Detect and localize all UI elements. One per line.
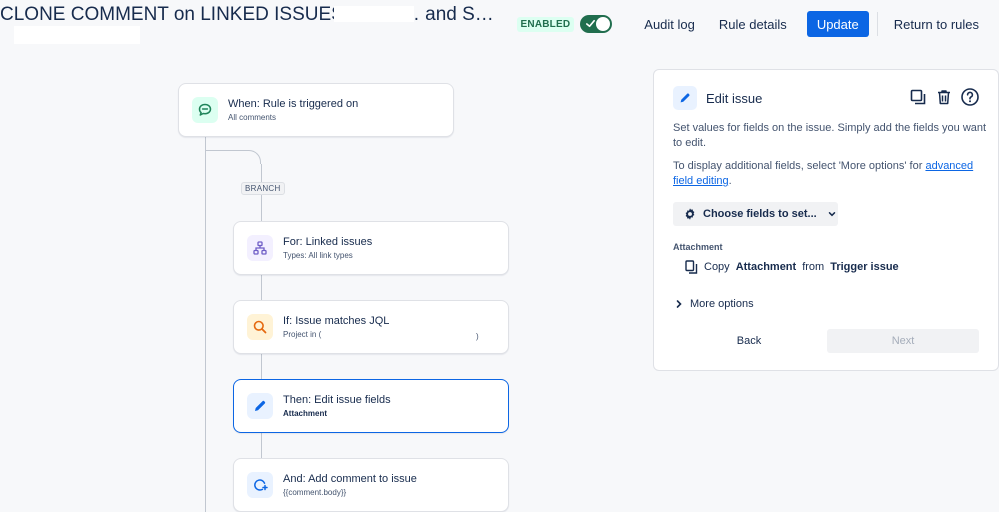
condition-card-subtitle: Project in ( — [283, 330, 322, 339]
comment-icon — [192, 97, 218, 123]
header-divider — [876, 12, 878, 36]
comment-card-title: And: Add comment to issue — [283, 473, 417, 485]
connector-line — [261, 432, 262, 459]
trigger-card[interactable]: When: Rule is triggered on All comments — [178, 83, 454, 137]
attachment-field-name: Attachment — [735, 261, 797, 273]
panel-title: Edit issue — [706, 90, 763, 106]
redaction-mask — [334, 6, 414, 22]
branch-card-subtitle: Types: All link types — [283, 251, 353, 260]
edit-issue-panel: Edit issue Set values for fields on the … — [653, 69, 999, 371]
page-title: CLONE COMMENT on LINKED ISSUES SUPP… and… — [0, 4, 494, 25]
enable-toggle[interactable] — [580, 15, 613, 33]
trash-icon[interactable] — [934, 86, 954, 108]
attachment-copy-verb: Copy — [704, 261, 730, 273]
connector-line — [205, 136, 206, 512]
panel-description: Set values for fields on the issue. Simp… — [673, 122, 987, 149]
branch-card[interactable]: For: Linked issues Types: All link types — [233, 221, 509, 275]
connector-line — [261, 353, 262, 380]
additional-suffix: . — [728, 175, 732, 187]
gear-icon — [685, 208, 695, 220]
update-button[interactable]: Update — [806, 11, 869, 37]
attachment-from-word: from — [802, 261, 825, 273]
branch-tag: BRANCH — [241, 182, 285, 195]
field-label-attachment: Attachment — [673, 242, 723, 252]
trigger-subtitle: All comments — [228, 113, 277, 122]
comment-add-icon — [247, 472, 273, 498]
comment-card-subtitle: {{comment.body}} — [283, 488, 347, 497]
chevron-down-icon — [828, 212, 835, 217]
attachment-source: Trigger issue — [830, 261, 899, 273]
choose-fields-button[interactable]: Choose fields to set... — [673, 202, 838, 226]
trigger-title: When: Rule is triggered on — [228, 98, 359, 110]
copy-icon — [685, 260, 698, 274]
panel-additional-text: To display additional fields, select 'Mo… — [673, 159, 988, 189]
action-card-subtitle: Attachment — [283, 409, 328, 418]
action-card-edit-issue[interactable]: Then: Edit issue fields Attachment — [233, 379, 509, 433]
more-options-label: More options — [690, 298, 754, 310]
search-icon — [247, 314, 273, 340]
pencil-icon — [673, 86, 697, 110]
toggle-knob — [596, 17, 611, 31]
more-options-toggle[interactable]: More options — [675, 298, 754, 310]
choose-fields-label: Choose fields to set... — [703, 208, 817, 220]
pencil-icon — [247, 393, 273, 419]
attachment-copy-row[interactable]: Copy Attachment from Trigger issue — [685, 260, 899, 274]
next-button[interactable]: Next — [827, 329, 979, 353]
check-icon — [586, 19, 596, 28]
branch-curve — [205, 150, 261, 164]
status-badge: ENABLED — [516, 16, 575, 32]
connector-line — [261, 274, 262, 301]
back-button[interactable]: Back — [674, 329, 824, 353]
redaction-mask — [14, 26, 140, 44]
duplicate-icon[interactable] — [908, 86, 928, 108]
header-actions: ENABLED Audit log Rule details Update Re… — [516, 11, 991, 37]
hierarchy-icon — [247, 235, 273, 261]
action-card-add-comment[interactable]: And: Add comment to issue {{comment.body… — [233, 458, 509, 512]
branch-card-title: For: Linked issues — [283, 236, 373, 248]
action-card-title: Then: Edit issue fields — [283, 394, 391, 406]
redacted-jql-end: ) — [476, 332, 479, 341]
condition-card-title: If: Issue matches JQL — [283, 315, 390, 327]
return-to-rules-button[interactable]: Return to rules — [882, 11, 991, 37]
condition-card[interactable]: If: Issue matches JQL Project in ( ) — [233, 300, 509, 354]
audit-log-button[interactable]: Audit log — [632, 11, 707, 37]
rule-details-button[interactable]: Rule details — [707, 11, 799, 37]
additional-text: To display additional fields, select 'Mo… — [673, 160, 926, 172]
help-icon[interactable] — [960, 86, 980, 108]
chevron-right-icon — [676, 300, 682, 308]
